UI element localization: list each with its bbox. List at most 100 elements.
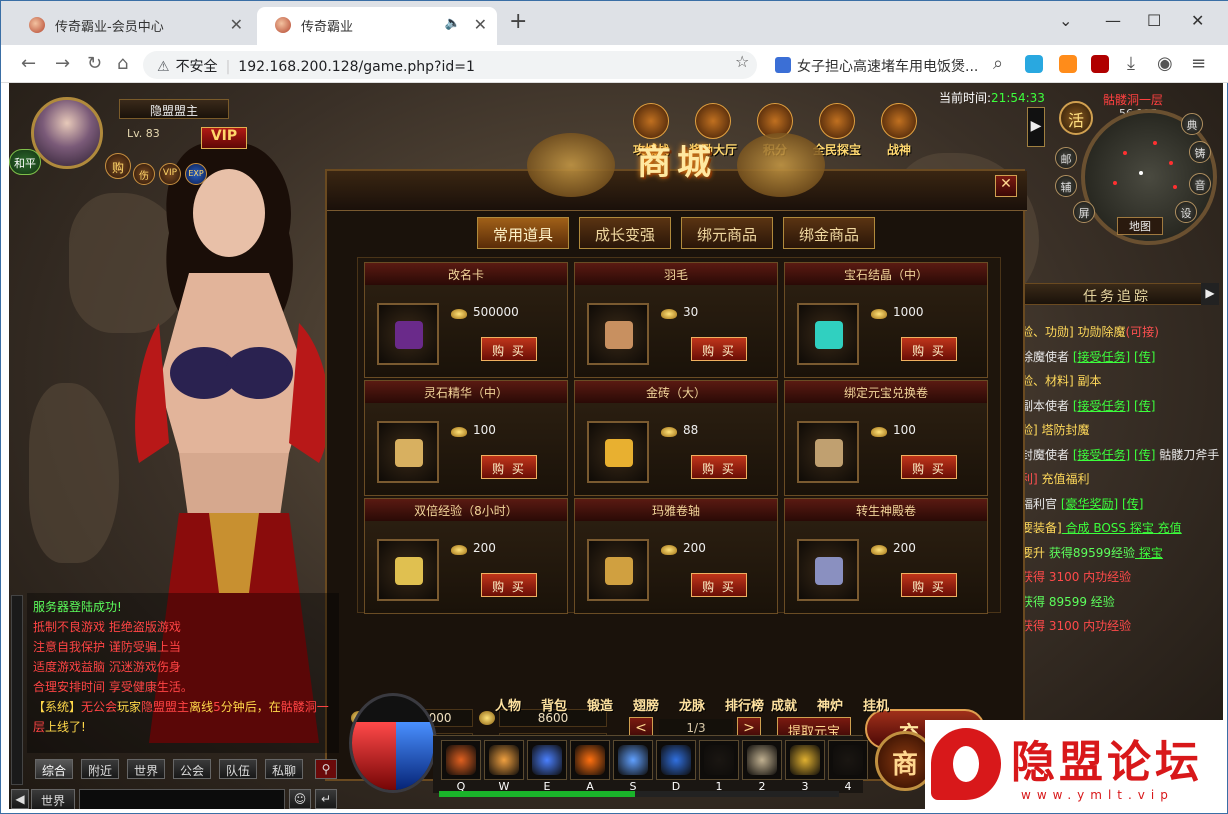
minimap-button[interactable]: 典 [1181, 113, 1203, 135]
chat-scrollbar[interactable] [11, 595, 23, 785]
action-button[interactable]: 神炉 [817, 695, 843, 714]
quest-line[interactable]: 验、材料] 副本 [1021, 372, 1102, 389]
location-icon[interactable]: ⚲ [315, 759, 337, 779]
skill-slot[interactable] [527, 740, 567, 780]
shop-tab[interactable]: 成长变强 [579, 217, 671, 249]
quest-text[interactable]: 探宝 [1135, 546, 1163, 560]
quest-line[interactable]: 除魔使者 [接受任务] [传] [1021, 348, 1155, 365]
quest-line[interactable]: 验] 塔防封魔 [1021, 421, 1090, 438]
war-god-button[interactable]: 战神 [871, 103, 927, 158]
skill-slot[interactable] [484, 740, 524, 780]
extension-icon[interactable] [1059, 55, 1077, 73]
quest-text[interactable]: 充值 [1154, 521, 1182, 535]
speaker-icon[interactable]: 🔈 [445, 16, 461, 31]
action-button[interactable]: 翅膀 [633, 695, 659, 714]
chat-tab[interactable]: 综合 [35, 759, 73, 779]
assist-button[interactable]: 辅 [1055, 175, 1077, 197]
quest-text[interactable]: [豪华奖励] [1061, 497, 1118, 511]
close-tab-icon[interactable]: ✕ [230, 15, 243, 34]
shop-tab[interactable]: 绑金商品 [783, 217, 875, 249]
quest-line[interactable]: 验、功勋] 功勋除魔(可接) [1021, 323, 1159, 340]
quest-text[interactable]: [接受任务] [1073, 448, 1130, 462]
quest-text[interactable]: 探宝 [1126, 521, 1154, 535]
chat-tab[interactable]: 队伍 [219, 759, 257, 779]
item-image[interactable] [377, 539, 439, 601]
mail-button[interactable]: 邮 [1055, 147, 1077, 169]
action-button[interactable]: 背包 [541, 695, 567, 714]
quest-text[interactable]: [接受任务] [1073, 350, 1130, 364]
action-button[interactable]: 挂机 [863, 695, 889, 714]
chevron-down-icon[interactable]: ⌄ [1059, 11, 1072, 30]
action-button[interactable]: 人物 [495, 695, 521, 714]
quest-text[interactable]: [传] [1134, 448, 1155, 462]
quest-line[interactable]: 要升 获得89599经验 探宝 [1021, 544, 1163, 561]
action-button[interactable]: 锻造 [587, 695, 613, 714]
quest-line[interactable]: 获得 3100 内功经验 [1021, 617, 1131, 634]
buy-button[interactable]: 购 买 [901, 337, 957, 361]
maximize-icon[interactable]: ☐ [1147, 11, 1161, 30]
item-image[interactable] [377, 303, 439, 365]
news-search-box[interactable]: 女子担心高速堵车用电饭煲... [771, 51, 1017, 79]
menu-icon[interactable]: ≡ [1191, 53, 1206, 74]
quest-text[interactable]: [传] [1122, 497, 1143, 511]
exp-badge[interactable]: EXP [185, 163, 207, 185]
item-image[interactable] [587, 539, 649, 601]
skill-slot[interactable] [785, 740, 825, 780]
buy-button[interactable]: 购 买 [481, 455, 537, 479]
tab-member-center[interactable]: 传奇霸业-会员中心 ✕ [11, 7, 253, 45]
extension-icon[interactable] [1025, 55, 1043, 73]
skill-slot[interactable] [570, 740, 610, 780]
action-button[interactable]: 排行榜 [725, 695, 764, 714]
buy-button[interactable]: 购 买 [481, 573, 537, 597]
item-image[interactable] [797, 421, 859, 483]
quest-text[interactable]: [接受任务] [1073, 399, 1130, 413]
send-icon[interactable]: ↵ [315, 789, 337, 809]
bookmark-star-icon[interactable]: ☆ [735, 52, 749, 71]
url-input[interactable]: ⚠ 不安全 | 192.168.200.128/game.php?id=1 [143, 51, 757, 79]
skill-slot[interactable] [699, 740, 739, 780]
close-icon[interactable]: ✕ [995, 175, 1017, 197]
item-image[interactable] [377, 421, 439, 483]
profile-icon[interactable]: ◉ [1157, 53, 1173, 74]
skill-slot[interactable] [656, 740, 696, 780]
skill-slot[interactable] [613, 740, 653, 780]
chat-tab[interactable]: 附近 [81, 759, 119, 779]
reload-icon[interactable]: ↻ [87, 53, 102, 74]
vip-button[interactable]: VIP [201, 127, 247, 149]
shop-tab[interactable]: 常用道具 [477, 217, 569, 249]
pk-mode-button[interactable]: 和平 [9, 149, 41, 175]
download-icon[interactable]: ⤓ [1127, 53, 1135, 74]
chat-toggle-icon[interactable]: ◀ [11, 789, 29, 809]
chat-tab[interactable]: 私聊 [265, 759, 303, 779]
search-icon[interactable]: ⌕ [993, 53, 1003, 74]
shop-tab[interactable]: 绑元商品 [681, 217, 773, 249]
tab-game[interactable]: 传奇霸业 🔈 ✕ [257, 7, 497, 45]
forge-button[interactable]: 铸 [1189, 141, 1211, 163]
quest-line[interactable]: 利] 充值福利 [1021, 470, 1090, 487]
quest-line[interactable]: 获得 89599 经验 [1021, 593, 1115, 610]
quest-text[interactable]: 合成 [1062, 521, 1090, 535]
game-viewport[interactable]: 隐盟盟主 Lv. 83 VIP 和平 购 伤 VIP EXP 攻城战 奖励大厅 … [9, 83, 1223, 809]
quest-line[interactable]: 封魔使者 [接受任务] [传] 骷髅刀斧手 [1021, 446, 1219, 463]
new-tab-button[interactable]: + [509, 9, 527, 34]
skill-slot[interactable] [742, 740, 782, 780]
quest-line[interactable]: 副本使者 [接受任务] [传] [1021, 397, 1155, 414]
chat-input[interactable] [79, 789, 285, 809]
home-icon[interactable]: ⌂ [117, 53, 128, 74]
buy-button[interactable]: 购 买 [691, 455, 747, 479]
quest-line[interactable]: 要装备] 合成 BOSS 探宝 充值 [1021, 519, 1182, 536]
flash-icon[interactable] [1091, 55, 1109, 73]
buy-button[interactable]: 购 买 [691, 573, 747, 597]
vip-badge[interactable]: VIP [159, 163, 181, 185]
expand-arrow-icon[interactable]: ▶ [1027, 107, 1045, 147]
quest-text[interactable]: BOSS [1090, 521, 1126, 535]
buy-button[interactable]: 购 买 [901, 573, 957, 597]
sound-button[interactable]: 音 [1189, 173, 1211, 195]
quest-line[interactable]: 获得 3100 内功经验 [1021, 568, 1131, 585]
collapse-arrow-icon[interactable]: ▶ [1201, 283, 1219, 305]
quest-line[interactable]: 福利官 [豪华奖励] [传] [1021, 495, 1143, 512]
quest-text[interactable]: [传] [1134, 350, 1155, 364]
item-image[interactable] [797, 539, 859, 601]
item-image[interactable] [587, 421, 649, 483]
emoji-icon[interactable]: ☺ [289, 789, 311, 809]
